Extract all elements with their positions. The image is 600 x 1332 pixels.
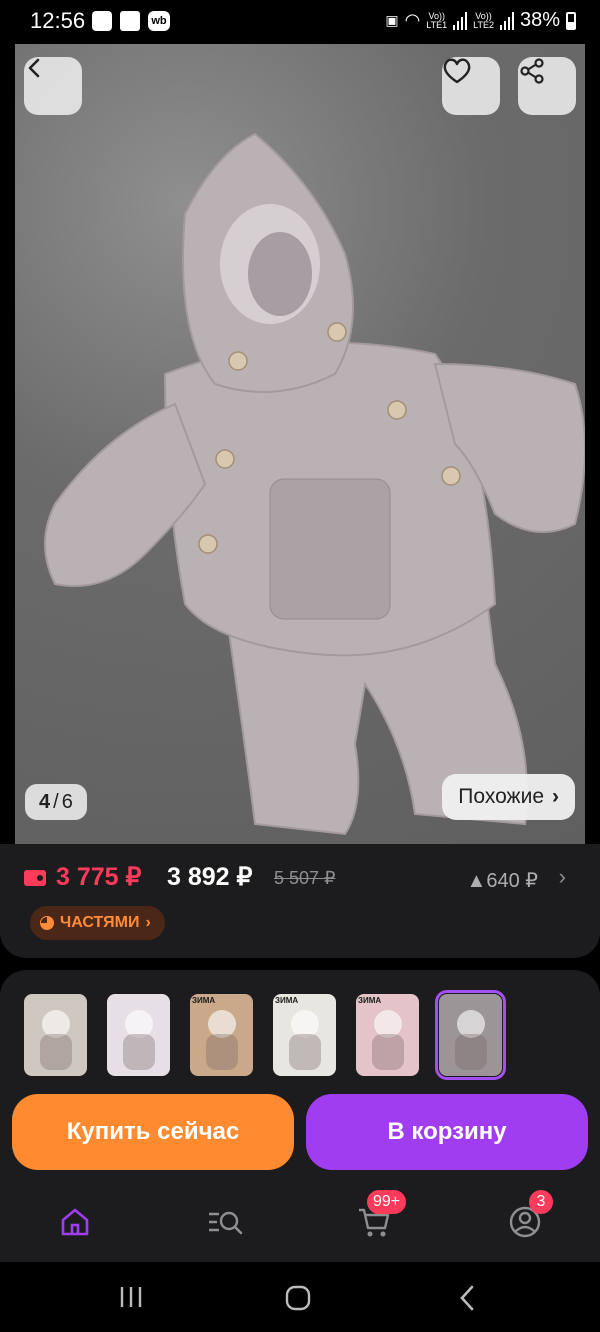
add-to-cart-button[interactable]: В корзину [306, 1094, 588, 1170]
home-system-button[interactable] [284, 1284, 312, 1312]
thumbnail-photo [40, 1010, 72, 1070]
installments-chevron-icon: › [145, 914, 151, 931]
system-navigation-bar [0, 1262, 600, 1332]
price-card: 3 775 ₽ 3 892 ₽ 5 507 ₽ ▲640 ₽ › ЧАСТЯМИ… [0, 844, 600, 958]
status-bar: 12:56 wb ▣ ◠ Vo)) LTE1 Vo)) LTE2 38% [0, 0, 600, 44]
wallet-price: 3 775 ₽ [56, 863, 142, 891]
tab-home[interactable] [55, 1202, 95, 1242]
jumpsuit-pocket [269, 478, 391, 620]
product-image-gallery[interactable]: 4 / 6 Похожие › [15, 44, 585, 844]
catalog-search-icon [209, 1211, 243, 1235]
add-to-cart-label: В корзину [387, 1118, 507, 1145]
tab-profile[interactable]: 3 [505, 1190, 553, 1242]
thumbnail-photo [123, 1010, 155, 1070]
gallery-notification-icon [92, 11, 112, 31]
installments-label: ЧАСТЯМИ [60, 914, 140, 931]
status-time: 12:56 [30, 8, 86, 33]
thumbnail-tag: ЗИМА [192, 996, 216, 1005]
bottom-sheet: ЗИМА ЗИМА ЗИМА Купить сейчас В корзину 99 [0, 970, 600, 1262]
network-2-label: Vo)) LTE2 [473, 10, 494, 30]
image-counter-separator: / [53, 790, 59, 813]
thumbnail-photo [455, 1010, 487, 1070]
home-icon [61, 1208, 89, 1236]
back-arrow-icon [28, 58, 40, 78]
installments-button[interactable]: ЧАСТЯМИ › [30, 906, 165, 940]
variant-thumbnail[interactable]: ЗИМА [273, 994, 336, 1076]
recent-apps-icon [120, 1287, 142, 1307]
status-right: ▣ ◠ Vo)) LTE1 Vo)) LTE2 38% [385, 9, 576, 32]
signal-1-icon [453, 11, 468, 30]
variant-thumbnail[interactable] [24, 994, 87, 1076]
variant-thumbnail[interactable] [435, 990, 506, 1080]
system-back-button[interactable] [455, 1284, 481, 1312]
battery-icon [566, 11, 576, 30]
thumbnail-tag: ЗИМА [358, 996, 382, 1005]
box-notification-icon [120, 11, 140, 31]
variant-thumbnails: ЗИМА ЗИМА ЗИМА [24, 990, 506, 1080]
regular-price: 3 892 ₽ [167, 863, 253, 891]
notification-icons: wb [92, 11, 170, 31]
signal-2-icon [499, 11, 514, 30]
network-1-label: Vo)) LTE1 [426, 10, 448, 30]
buy-now-button[interactable]: Купить сейчас [12, 1094, 294, 1170]
image-counter: 4 / 6 [25, 784, 87, 820]
nfc-icon: ▣ [385, 12, 399, 28]
buy-now-label: Купить сейчас [66, 1118, 240, 1145]
variant-thumbnail[interactable] [107, 994, 170, 1076]
bottom-tab-bar: 99+ 3 [0, 1188, 600, 1254]
cart-badge: 99+ [367, 1190, 407, 1214]
variant-thumbnail[interactable]: ЗИМА [190, 994, 253, 1076]
thumbnail-tag: ЗИМА [275, 996, 299, 1005]
system-back-icon [460, 1285, 474, 1311]
recent-apps-button[interactable] [118, 1284, 144, 1310]
home-circle-icon [285, 1285, 311, 1311]
back-button[interactable] [24, 57, 82, 115]
similar-label: Похожие [458, 785, 544, 808]
battery-percent: 38% [519, 9, 560, 31]
chevron-right-icon: › [552, 785, 559, 808]
wildberries-notification-icon: wb [148, 11, 170, 31]
wifi-icon: ◠ [404, 10, 421, 30]
variant-thumbnail[interactable]: ЗИМА [356, 994, 419, 1076]
price-history-delta[interactable]: ▲640 ₽ [467, 868, 538, 893]
image-counter-current: 4 [39, 790, 51, 813]
profile-badge: 3 [529, 1190, 553, 1214]
old-price: 5 507 ₽ [274, 868, 336, 888]
share-button[interactable] [518, 57, 576, 115]
similar-products-button[interactable]: Похожие › [442, 774, 575, 820]
tab-catalog[interactable] [205, 1202, 245, 1242]
favorite-button[interactable] [442, 57, 500, 115]
share-icon [520, 58, 544, 84]
wallet-icon [24, 870, 46, 886]
installments-pie-icon [40, 916, 54, 930]
price-history-chevron-icon[interactable]: › [559, 864, 566, 890]
heart-icon [443, 58, 471, 84]
product-photo [44, 132, 585, 836]
tab-cart[interactable]: 99+ [355, 1190, 407, 1242]
image-counter-total: 6 [61, 790, 73, 813]
